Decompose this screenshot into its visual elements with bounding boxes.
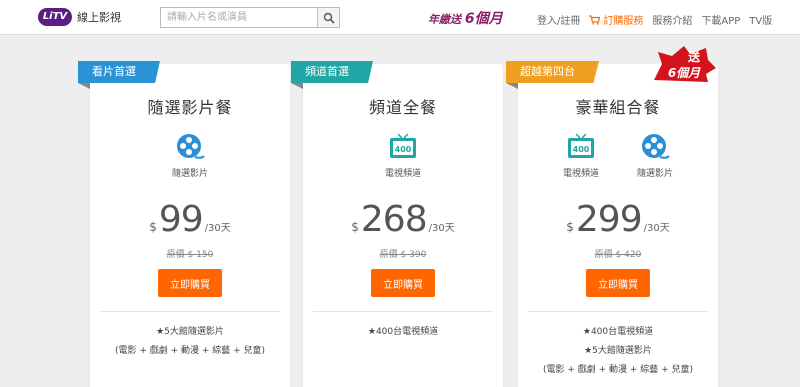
ribbon-fold	[506, 83, 518, 89]
desc-line: ★5大館隨選影片	[156, 327, 224, 337]
feature-label: 隨選影片	[171, 169, 208, 179]
plan-ribbon: 看片首選	[78, 61, 160, 83]
desc-line: ★5大館隨選影片	[584, 346, 652, 356]
badge-line1: 送	[687, 49, 701, 64]
search-button[interactable]	[317, 8, 339, 27]
feature-label: 電視頻道	[384, 169, 421, 179]
search-box	[160, 7, 340, 28]
plan-card-vod: 看片首選 隨選影片餐 隨選影片 $ 99 /30天 原價 $ 150 立即購買 …	[78, 61, 290, 387]
svg-text:400: 400	[573, 145, 590, 154]
feature-tv: 400 電視頻道	[373, 132, 433, 179]
plan-description: ★400台電視頻道 ★5大館隨選影片 (電影 + 戲劇 + 動漫 + 綜藝 + …	[518, 323, 718, 380]
original-price: 原價 $ 420	[594, 250, 642, 260]
promo-prefix: 年繳送	[428, 13, 461, 26]
plan-price: $ 299 /30天	[518, 199, 718, 240]
plan-features: 400 電視頻道 隨選影片	[518, 132, 718, 179]
nav-service-intro[interactable]: 服務介紹	[652, 12, 692, 27]
bonus-6-months-badge: 送 6個月	[654, 46, 716, 82]
buy-now-button[interactable]: 立即購買	[371, 269, 435, 297]
search-input[interactable]	[161, 8, 317, 27]
plan-price: $ 99 /30天	[90, 199, 290, 240]
price-unit: /30天	[428, 223, 455, 234]
price-currency: $	[566, 220, 574, 234]
price-amount: 299	[575, 199, 643, 240]
nav-login[interactable]: 登入/註冊	[537, 12, 580, 27]
buy-now-button[interactable]: 立即購買	[158, 269, 222, 297]
search-icon	[323, 12, 335, 24]
top-header: LiTV 線上影視 年繳送 6個月 登入/註冊 訂購服務 服務介紹 下載APP …	[0, 0, 800, 35]
price-unit: /30天	[643, 223, 670, 234]
divider	[100, 311, 280, 312]
plan-features: 400 電視頻道	[303, 132, 503, 179]
tv-400-icon: 400	[568, 133, 594, 158]
price-amount: 99	[158, 199, 204, 240]
feature-label: 隨選影片	[636, 169, 673, 179]
feature-label: 電視頻道	[562, 169, 599, 179]
original-price: 原價 $ 150	[166, 250, 214, 260]
cart-icon	[589, 14, 601, 25]
plan-card-combo: 超越第四台 豪華組合餐 400 電視頻道 隨選影片 $ 299 /30天 原價 …	[506, 61, 718, 387]
nav-subscribe[interactable]: 訂購服務	[589, 12, 643, 27]
plan-title: 頻道全餐	[368, 98, 437, 117]
plan-title: 隨選影片餐	[147, 98, 233, 117]
plan-features: 隨選影片	[90, 132, 290, 179]
plan-price: $ 268 /30天	[303, 199, 503, 240]
desc-line: ★400台電視頻道	[367, 327, 439, 337]
original-price: 原價 $ 390	[379, 250, 427, 260]
plan-card-channels: 頻道首選 頻道全餐 400 電視頻道 $ 268 /30天 原價 $ 390 立…	[291, 61, 503, 387]
nav-download-app[interactable]: 下載APP	[701, 12, 740, 27]
top-nav: 登入/註冊 訂購服務 服務介紹 下載APP TV版	[537, 12, 781, 27]
ribbon-fold	[78, 83, 90, 89]
nav-subscribe-label: 訂購服務	[603, 16, 644, 27]
divider	[528, 311, 708, 312]
plan-title: 豪華組合餐	[575, 98, 661, 117]
desc-line: (電影 + 戲劇 + 動漫 + 綜藝 + 兒童)	[114, 346, 266, 356]
logo-text: 線上影視	[77, 11, 121, 24]
nav-tv-version[interactable]: TV版	[749, 12, 772, 27]
divider	[313, 311, 493, 312]
desc-line: (電影 + 戲劇 + 動漫 + 綜藝 + 兒童)	[542, 365, 694, 375]
price-amount: 268	[360, 199, 428, 240]
logo-badge: LiTV	[38, 8, 72, 26]
plan-ribbon: 頻道首選	[291, 61, 373, 83]
tv-400-icon: 400	[390, 133, 416, 158]
plan-description: ★5大館隨選影片 (電影 + 戲劇 + 動漫 + 綜藝 + 兒童)	[90, 323, 290, 361]
price-currency: $	[351, 220, 359, 234]
promo-months: 6個月	[464, 11, 503, 27]
annual-promo-banner[interactable]: 年繳送 6個月	[428, 8, 503, 28]
plan-description: ★400台電視頻道	[303, 323, 503, 342]
plan-ribbon: 超越第四台	[506, 61, 599, 83]
feature-vod: 隨選影片	[160, 132, 220, 179]
price-currency: $	[149, 220, 157, 234]
svg-text:400: 400	[395, 145, 412, 154]
site-logo[interactable]: LiTV 線上影視	[38, 8, 121, 26]
feature-tv: 400 電視頻道	[551, 132, 611, 179]
buy-now-button[interactable]: 立即購買	[586, 269, 650, 297]
desc-line: ★400台電視頻道	[582, 327, 654, 337]
price-unit: /30天	[204, 223, 231, 234]
film-reel-icon	[642, 134, 670, 159]
feature-vod: 隨選影片	[625, 132, 685, 179]
film-reel-icon	[177, 134, 205, 159]
ribbon-fold	[291, 83, 303, 89]
badge-line2: 6個月	[668, 66, 701, 80]
